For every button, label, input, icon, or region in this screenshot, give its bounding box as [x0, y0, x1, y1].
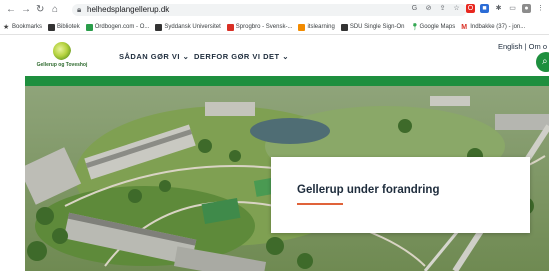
address-bar[interactable]: 🔒︎ helhedsplangellerup.dk	[72, 4, 467, 16]
map-pin-icon: 📍︎	[410, 23, 420, 31]
bookmark-favicon-icon	[226, 23, 234, 31]
bookmark-favicon-icon	[155, 23, 163, 31]
back-arrow-icon[interactable]: ←	[6, 4, 16, 16]
title-underline	[297, 203, 343, 205]
site-logo[interactable]: Gellerup og Toveshoj	[36, 42, 88, 72]
hero-card: Gellerup under forandring	[271, 157, 530, 233]
sidebar-icon[interactable]: ▭	[508, 4, 517, 13]
bookmark-item[interactable]: 📍︎ Google Maps	[411, 24, 456, 31]
chevron-down-icon: ⌄	[182, 52, 190, 61]
bookmark-favicon-icon	[298, 23, 306, 31]
url-text: helhedsplangellerup.dk	[87, 5, 170, 14]
lock-icon: 🔒︎	[77, 5, 82, 14]
hide-icon[interactable]: ⊘	[424, 4, 433, 13]
logo-text: Gellerup og Toveshoj	[36, 62, 88, 68]
browser-toolbar: ← → ↻ ⌂ 🔒︎ helhedsplangellerup.dk G ⊘ ⇪ …	[0, 0, 549, 20]
bookmark-item[interactable]: ★ Bookmarks	[3, 24, 42, 31]
reload-icon[interactable]: ↻	[36, 4, 44, 16]
extension-icons: G ⊘ ⇪ ☆ O ■ ✱ ▭ ● ⋮	[410, 4, 545, 13]
bookmark-item[interactable]: Sprogbro - Svensk-...	[226, 23, 292, 31]
nav-item-saadan-goer-vi[interactable]: SÅDAN GØR VI ⌄	[119, 52, 189, 61]
menu-icon[interactable]: ⋮	[536, 4, 545, 13]
bookmark-item[interactable]: Syddansk Universitet	[155, 23, 221, 31]
bookmark-item[interactable]: M Indbakke (37) - jon...	[461, 24, 525, 31]
chevron-down-icon: ⌄	[282, 52, 289, 61]
hero-title: Gellerup under forandring	[297, 184, 440, 196]
search-icon[interactable]: ⌕	[536, 52, 549, 72]
star-icon: ★	[3, 23, 10, 31]
extension-blue-icon[interactable]: ■	[480, 4, 489, 13]
forward-arrow-icon[interactable]: →	[21, 4, 31, 16]
bookmark-item[interactable]: Bibliotek	[48, 23, 80, 31]
opera-icon[interactable]: O	[466, 4, 475, 13]
nav-item-derfor-goer-vi-det[interactable]: DERFOR GØR VI DET ⌄	[194, 52, 289, 61]
profile-icon[interactable]: ●	[522, 4, 531, 13]
bookmark-favicon-icon	[85, 23, 93, 31]
green-banner-bar	[25, 76, 549, 86]
bookmark-item[interactable]: itslearning	[298, 23, 335, 31]
puzzle-icon[interactable]: ✱	[494, 4, 503, 13]
bookmark-item[interactable]: Ordbogen.com - O...	[85, 23, 149, 31]
bookmark-favicon-icon	[48, 23, 56, 31]
bookmark-favicon-icon	[340, 23, 348, 31]
bookmarks-bar: ★ Bookmarks Bibliotek Ordbogen.com - O..…	[0, 20, 549, 35]
home-icon[interactable]: ⌂	[52, 4, 58, 16]
star-icon[interactable]: ☆	[452, 4, 461, 13]
google-icon[interactable]: G	[410, 4, 419, 13]
logo-mark-icon	[53, 42, 71, 60]
gmail-icon: M	[461, 23, 468, 31]
share-icon[interactable]: ⇪	[438, 4, 447, 13]
bookmark-item[interactable]: SDU Single Sign-On	[340, 23, 405, 31]
language-links[interactable]: English | Om o	[498, 42, 547, 51]
